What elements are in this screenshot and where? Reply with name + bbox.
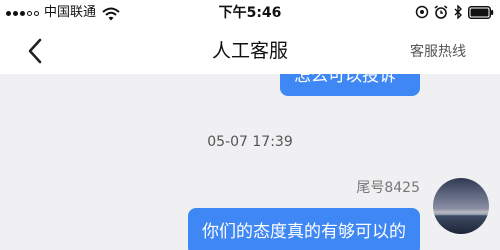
message-bubble[interactable]: 你们的态度真的有够可以的 — [188, 208, 420, 250]
alarm-icon — [434, 5, 448, 19]
battery-icon — [468, 5, 494, 19]
chat-area[interactable]: 怎么可以投诉 05-07 17:39 尾号8425 你们的态度真的有够可以的 — [0, 74, 500, 250]
navigation-bar: 人工客服 客服热线 — [0, 26, 500, 74]
status-icons — [415, 5, 494, 19]
message-timestamp: 05-07 17:39 — [207, 134, 293, 150]
previous-message-bubble: 怎么可以投诉 — [280, 74, 420, 96]
avatar-image — [433, 178, 489, 234]
bluetooth-icon — [453, 5, 463, 19]
sender-label: 尾号8425 — [356, 180, 420, 196]
location-lock-icon — [415, 5, 429, 19]
hotline-button[interactable]: 客服热线 — [410, 42, 466, 62]
status-bar: 中国联通 下午5:46 — [0, 0, 500, 26]
avatar[interactable] — [433, 178, 489, 234]
